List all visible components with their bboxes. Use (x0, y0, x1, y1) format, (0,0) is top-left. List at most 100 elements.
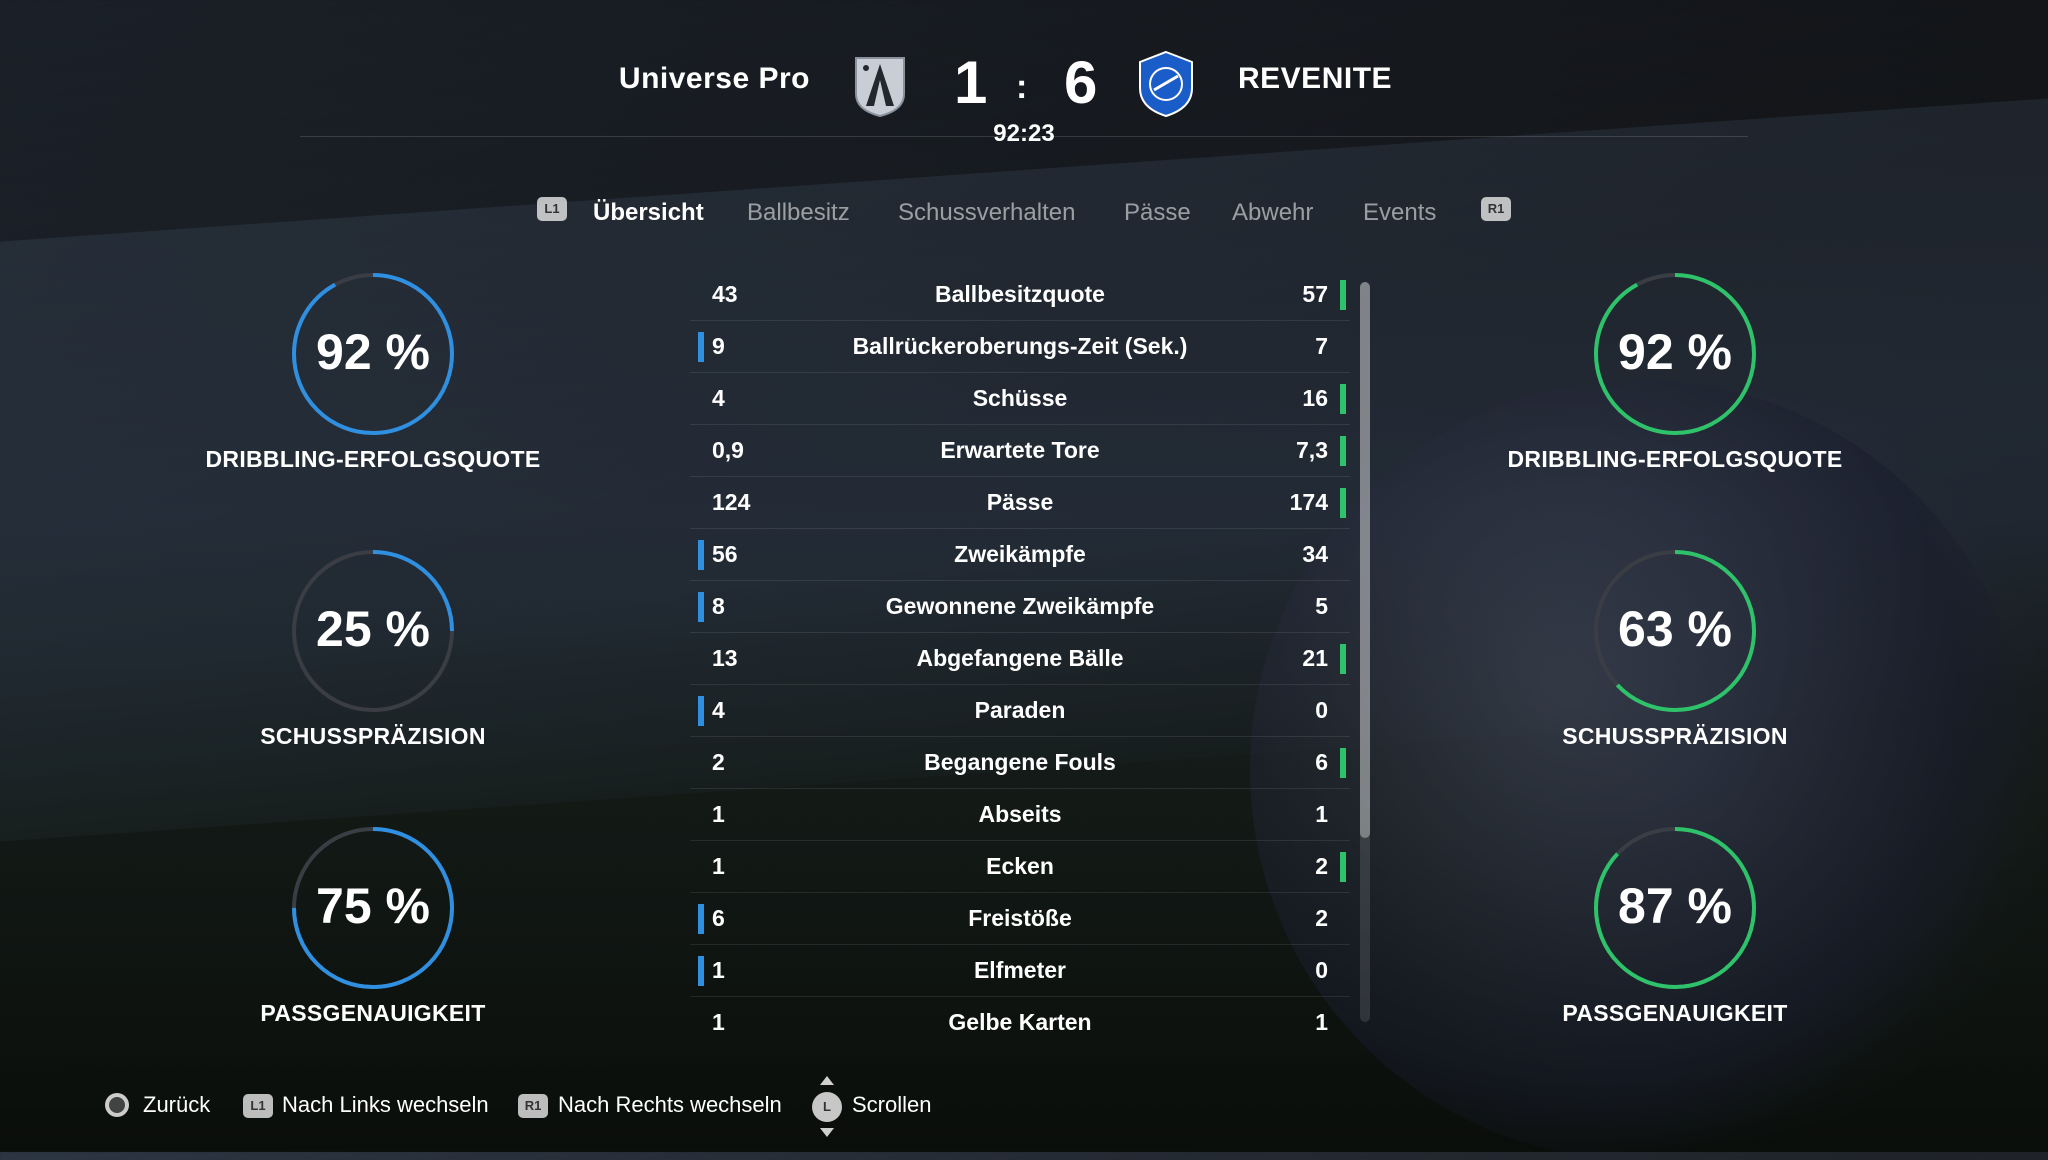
away-team-name: REVENITE (1238, 62, 1393, 95)
stat-row: 1 Ecken 2 (690, 840, 1350, 893)
scroll-up-arrow-icon (820, 1076, 834, 1085)
stat-row: 43 Ballbesitzquote 57 (690, 268, 1350, 321)
away-shot-accuracy-label: SCHUSSPRÄZISION (1562, 723, 1788, 749)
stat-away-value: 1 (1315, 801, 1328, 827)
stat-away-value: 7 (1315, 333, 1328, 359)
stat-row: 124 Pässe 174 (690, 476, 1350, 529)
stat-name: Schüsse (972, 385, 1068, 411)
away-score: 6 (1064, 49, 1098, 116)
away-shot-accuracy-value: 63 % (1618, 601, 1732, 657)
home-shot-accuracy-label: SCHUSSPRÄZISION (260, 723, 486, 749)
back-hint[interactable]: Zurück (143, 1092, 210, 1118)
stat-name: Paraden (974, 697, 1066, 723)
home-dribbling-label: DRIBBLING-ERFOLGSQUOTE (205, 446, 541, 472)
stat-name: Ballbesitzquote (935, 281, 1105, 307)
away-leader-marker (1340, 748, 1346, 778)
circle-button-icon[interactable] (105, 1093, 129, 1117)
away-dribbling-value: 92 % (1618, 324, 1732, 380)
stat-away-value: 6 (1315, 749, 1328, 775)
switch-left-hint[interactable]: Nach Links wechseln (282, 1092, 489, 1118)
away-pass-accuracy-label: PASSGENAUIGKEIT (1562, 1000, 1788, 1026)
button-hint-bar: Zurück L1 Nach Links wechseln R1 Nach Re… (0, 1076, 2048, 1137)
stat-away-value: 0 (1315, 697, 1328, 723)
left-stick-button-icon[interactable]: L (812, 1092, 842, 1122)
tab-ballbesitz[interactable]: Ballbesitz (747, 199, 850, 227)
away-leader-marker (1340, 280, 1346, 310)
r1-button-icon[interactable]: R1 (1481, 197, 1511, 221)
stat-away-value: 174 (1289, 489, 1328, 515)
stat-away-value: 1 (1315, 1009, 1328, 1035)
tab-events[interactable]: Events (1363, 199, 1436, 227)
stat-row: 1 Gelbe Karten 1 (690, 996, 1350, 1038)
home-pass-accuracy-value: 75 % (316, 878, 430, 934)
stat-row: 9 Ballrückeroberungs-Zeit (Sek.) 7 (690, 320, 1350, 373)
stat-name: Begangene Fouls (924, 749, 1116, 775)
stat-away-value: 57 (1302, 281, 1328, 307)
stat-name: Zweikämpfe (954, 541, 1086, 567)
stat-away-value: 2 (1315, 853, 1328, 879)
stat-name: Ballrückeroberungs-Zeit (Sek.) (852, 333, 1188, 359)
stats-table[interactable]: 43 Ballbesitzquote 57 9 Ballrückeroberungs-Z… (690, 268, 1350, 1038)
stat-name: Ecken (986, 853, 1054, 879)
header-divider (300, 136, 1748, 137)
stat-name: Elfmeter (973, 957, 1067, 983)
stat-row: 1 Abseits 1 (690, 788, 1350, 841)
away-pass-accuracy-value: 87 % (1618, 878, 1732, 934)
match-clock: 92:23 (993, 120, 1055, 147)
stat-away-value: 2 (1315, 905, 1328, 931)
tab-uebersicht[interactable]: Übersicht (593, 199, 704, 227)
stat-away-value: 5 (1315, 593, 1328, 619)
home-team-crest-icon (855, 57, 905, 118)
tab-abwehr[interactable]: Abwehr (1232, 199, 1313, 227)
away-ring-pass-accuracy: 87 % PASSGENAUIGKEIT (1485, 822, 1865, 1062)
match-header: Universe Pro 1 : 6 REVENITE 92:23 (0, 0, 2048, 150)
home-dribbling-value: 92 % (316, 324, 430, 380)
home-team-name: Universe Pro (618, 62, 810, 95)
home-score: 1 (954, 49, 988, 116)
stat-away-value: 21 (1302, 645, 1328, 671)
away-leader-marker (1340, 852, 1346, 882)
away-leader-marker (1340, 488, 1346, 518)
stat-name: Abseits (978, 801, 1062, 827)
stats-scrollbar-thumb[interactable] (1360, 282, 1370, 838)
stat-name: Pässe (986, 489, 1054, 515)
stat-away-value: 34 (1302, 541, 1328, 567)
away-team-crest-icon (1139, 50, 1193, 118)
stat-row: 8 Gewonnene Zweikämpfe 5 (690, 580, 1350, 633)
stat-row: 13 Abgefangene Bälle 21 (690, 632, 1350, 685)
home-pass-accuracy-label: PASSGENAUIGKEIT (260, 1000, 486, 1026)
stat-row: 6 Freistöße 2 (690, 892, 1350, 945)
left-stick-icon: L (812, 1076, 842, 1137)
home-ring-dribbling: 92 % DRIBBLING-ERFOLGSQUOTE (183, 268, 563, 508)
away-leader-marker (1340, 384, 1346, 414)
stat-row: 2 Begangene Fouls 6 (690, 736, 1350, 789)
r1-button-icon[interactable]: R1 (518, 1094, 548, 1118)
scroll-hint[interactable]: Scrollen (852, 1092, 931, 1118)
stat-away-value: 16 (1302, 385, 1328, 411)
scroll-down-arrow-icon (820, 1128, 834, 1137)
stat-name: Gewonnene Zweikämpfe (885, 593, 1155, 619)
home-ring-shot-accuracy: 25 % SCHUSSPRÄZISION (183, 545, 563, 785)
stat-row: 56 Zweikämpfe 34 (690, 528, 1350, 581)
tab-schussverhalten[interactable]: Schussverhalten (898, 199, 1075, 227)
home-ring-pass-accuracy: 75 % PASSGENAUIGKEIT (183, 822, 563, 1062)
stat-row: 0,9 Erwartete Tore 7,3 (690, 424, 1350, 477)
l1-button-icon[interactable]: L1 (537, 197, 567, 221)
l1-button-icon[interactable]: L1 (243, 1094, 273, 1118)
stat-away-value: 7,3 (1296, 437, 1328, 463)
away-ring-dribbling: 92 % DRIBBLING-ERFOLGSQUOTE (1485, 268, 1865, 508)
stat-row: 4 Paraden 0 (690, 684, 1350, 737)
away-leader-marker (1340, 644, 1346, 674)
tab-paesse[interactable]: Pässe (1124, 199, 1191, 227)
stat-row: 1 Elfmeter 0 (690, 944, 1350, 997)
switch-right-hint[interactable]: Nach Rechts wechseln (558, 1092, 782, 1118)
stats-tab-bar: L1 Übersicht Ballbesitz Schussverhalten … (0, 197, 2048, 237)
score-separator: : (1016, 68, 1028, 106)
stat-name: Freistöße (968, 905, 1072, 931)
stat-away-value: 0 (1315, 957, 1328, 983)
stat-name: Erwartete Tore (940, 437, 1100, 463)
stat-row: 4 Schüsse 16 (690, 372, 1350, 425)
away-leader-marker (1340, 436, 1346, 466)
away-ring-shot-accuracy: 63 % SCHUSSPRÄZISION (1485, 545, 1865, 785)
away-dribbling-label: DRIBBLING-ERFOLGSQUOTE (1507, 446, 1843, 472)
